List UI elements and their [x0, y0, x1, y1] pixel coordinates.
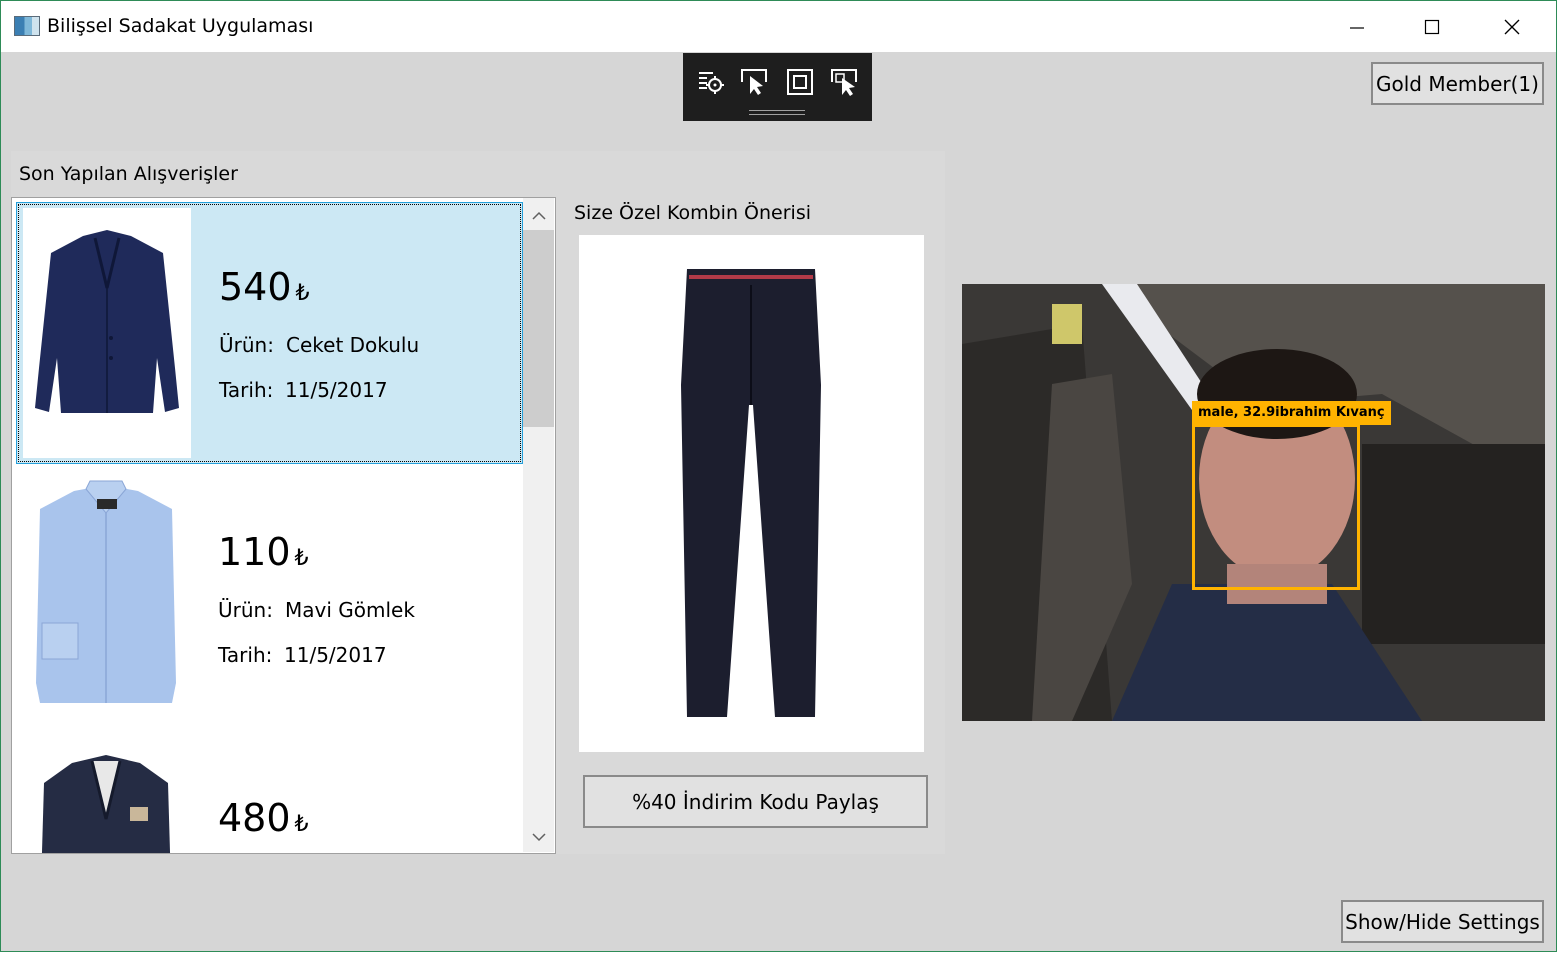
camera-feed: male, 32.9ibrahim Kıvanç	[962, 284, 1545, 721]
close-icon	[1504, 19, 1520, 34]
date-label: Tarih:	[218, 643, 273, 667]
chevron-down-icon	[531, 832, 546, 841]
recommendation-title: Size Özel Kombin Önerisi	[574, 202, 811, 224]
price-label: 480 ₺	[218, 796, 309, 840]
blazer-image	[22, 739, 190, 853]
product-label: Ürün:	[218, 598, 273, 622]
scroll-down-button[interactable]	[523, 821, 554, 852]
list-item[interactable]: 540 ₺ Ürün: Ceket Dokulu Tarih: 11/5/2017	[16, 202, 523, 464]
title-bar[interactable]: Bilişsel Sadakat Uygulaması	[1, 1, 1556, 52]
track-focus-button[interactable]	[829, 67, 859, 97]
purchases-list[interactable]: 540 ₺ Ürün: Ceket Dokulu Tarih: 11/5/2017…	[11, 197, 556, 854]
scrollbar-thumb[interactable]	[523, 230, 554, 427]
app-window: Bilişsel Sadakat Uygulaması Gold Member(…	[0, 0, 1557, 952]
toolbar-grip[interactable]	[749, 110, 805, 115]
pointer-select-icon	[741, 69, 767, 95]
select-element-button[interactable]	[695, 67, 725, 97]
trousers-image	[579, 235, 924, 752]
debug-toolbar	[683, 53, 872, 121]
maximize-button[interactable]	[1392, 1, 1472, 52]
date-label: Tarih:	[219, 378, 274, 402]
price-label: 110 ₺	[218, 530, 309, 574]
pointer-select-button[interactable]	[739, 67, 769, 97]
layout-adorner-button[interactable]	[785, 67, 815, 97]
price-label: 540 ₺	[219, 265, 310, 309]
select-element-icon	[699, 72, 724, 94]
face-detection-label: male, 32.9ibrahim Kıvanç	[1192, 401, 1391, 425]
close-button[interactable]	[1472, 1, 1552, 52]
minimize-icon	[1350, 26, 1364, 29]
layout-adorner-icon	[787, 69, 813, 95]
jacket-image	[23, 208, 191, 458]
minimize-button[interactable]	[1317, 1, 1397, 52]
window-title: Bilişsel Sadakat Uygulaması	[47, 15, 314, 37]
purchase-date: 11/5/2017	[285, 378, 388, 402]
product-name: Ceket Dokulu	[286, 333, 420, 357]
list-item[interactable]: 480 ₺	[16, 734, 523, 853]
gold-member-button[interactable]: Gold Member(1)	[1371, 62, 1544, 105]
shirt-image	[22, 473, 190, 723]
face-detection-box	[1192, 424, 1360, 590]
product-label: Ürün:	[219, 333, 274, 357]
maximize-icon	[1424, 19, 1440, 34]
purchases-title: Son Yapılan Alışverişler	[19, 163, 238, 185]
scroll-up-button[interactable]	[523, 200, 554, 231]
app-icon	[14, 16, 40, 36]
product-name: Mavi Gömlek	[285, 598, 415, 622]
purchase-date: 11/5/2017	[284, 643, 387, 667]
chevron-up-icon	[531, 211, 546, 220]
track-focus-icon	[831, 69, 857, 96]
discount-share-button[interactable]: %40 İndirim Kodu Paylaş	[583, 775, 928, 828]
show-hide-settings-button[interactable]: Show/Hide Settings	[1341, 900, 1544, 943]
list-item[interactable]: 110 ₺ Ürün: Mavi Gömlek Tarih: 11/5/2017	[16, 468, 523, 730]
